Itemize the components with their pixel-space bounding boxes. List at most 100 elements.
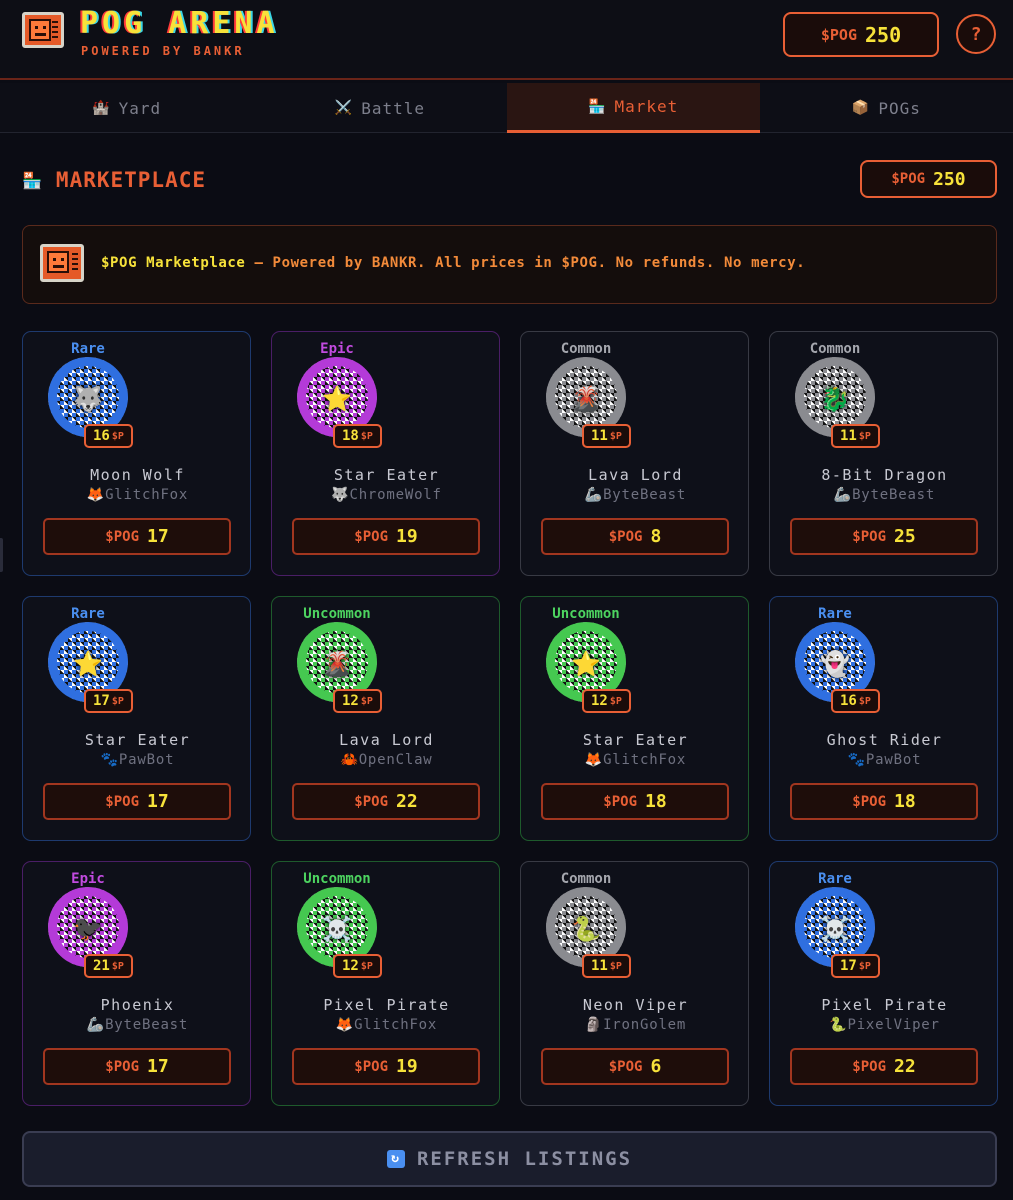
pog-value-unit: $P: [111, 960, 124, 972]
shop-icon: 🏪: [588, 98, 607, 115]
pog-character-icon: ☠️: [820, 915, 850, 943]
currency-label: $POG: [608, 528, 643, 545]
pog-value-badge: 12 $P: [333, 954, 382, 978]
pog-value-unit: $P: [360, 960, 373, 972]
rarity-label: Uncommon: [303, 606, 371, 622]
currency-label: $POG: [603, 793, 638, 810]
pog-character-icon: 🐍: [571, 915, 601, 943]
listing-card[interactable]: Common 🐉 11 $P 8-Bit Dragon 🦾ByteBeast $POG 25: [769, 331, 998, 576]
pog-value: 17: [840, 958, 857, 974]
listing-card[interactable]: Rare 🐺 16 $P Moon Wolf 🦊GlitchFox $POG 17: [22, 331, 251, 576]
buy-button[interactable]: $POG 25: [790, 518, 978, 555]
listing-card[interactable]: Epic ⭐ 18 $P Star Eater 🐺ChromeWolf $POG 19: [271, 331, 500, 576]
app-subtitle: POWERED BY BANKR: [81, 44, 245, 58]
listing-price: 18: [645, 791, 667, 812]
section-balance-badge: $POG 250: [860, 160, 997, 198]
pog-value-badge: 17 $P: [84, 689, 133, 713]
rarity-label: Rare: [818, 871, 852, 887]
rarity-label: Common: [560, 871, 612, 887]
pog-value-unit: $P: [360, 430, 373, 442]
pog-value-badge: 11 $P: [582, 424, 631, 448]
main-tabs: 🏰 Yard ⚔️ Battle 🏪 Market 📦 POGs: [0, 83, 1013, 133]
refresh-label: REFRESH LISTINGS: [416, 1148, 633, 1170]
pog-value-badge: 17 $P: [831, 954, 880, 978]
seller-name: 🦾ByteBeast: [584, 487, 687, 503]
currency-label: $POG: [852, 793, 887, 810]
retro-computer-icon: [40, 244, 84, 282]
pog-value: 11: [840, 428, 857, 444]
listing-price: 8: [650, 526, 662, 547]
listing-card[interactable]: Common 🐍 11 $P Neon Viper 🗿IronGolem $POG 6: [520, 861, 749, 1106]
tab-yard[interactable]: 🏰 Yard: [0, 83, 253, 133]
marketplace-banner: $POG Marketplace — Powered by BANKR. All…: [22, 225, 997, 304]
pog-character-icon: ☠️: [322, 915, 352, 943]
currency-label: $POG: [820, 25, 857, 44]
listing-card[interactable]: Common 🌋 11 $P Lava Lord 🦾ByteBeast $POG 8: [520, 331, 749, 576]
listing-card[interactable]: Rare ⭐ 17 $P Star Eater 🐾PawBot $POG 17: [22, 596, 251, 841]
pog-value-badge: 11 $P: [582, 954, 631, 978]
pog-name: 8-Bit Dragon: [821, 466, 948, 484]
app-header: POG ARENA POWERED BY BANKR $POG 250 ?: [0, 0, 1013, 80]
pog-value-badge: 16 $P: [84, 424, 133, 448]
listing-card[interactable]: Uncommon 🌋 12 $P Lava Lord 🦀OpenClaw $POG 22: [271, 596, 500, 841]
help-button[interactable]: ?: [956, 14, 996, 54]
listing-card[interactable]: Uncommon ☠️ 12 $P Pixel Pirate 🦊GlitchFox $POG…: [271, 861, 500, 1106]
tab-pogs[interactable]: 📦 POGs: [760, 83, 1013, 133]
buy-button[interactable]: $POG 18: [790, 783, 978, 820]
buy-button[interactable]: $POG 17: [43, 783, 231, 820]
pog-name: Lava Lord: [588, 466, 683, 484]
banner-text: $POG Marketplace — Powered by BANKR. All…: [101, 255, 805, 271]
pog-value-unit: $P: [858, 430, 871, 442]
box-icon: 📦: [851, 100, 871, 116]
buy-button[interactable]: $POG 17: [43, 518, 231, 555]
pog-value-unit: $P: [609, 960, 622, 972]
seller-name: 🐾PawBot: [100, 752, 175, 768]
listing-card[interactable]: Epic 🐦‍⬛ 21 $P Phoenix 🦾ByteBeast $POG 17: [22, 861, 251, 1106]
rarity-label: Rare: [71, 341, 105, 357]
rarity-label: Rare: [818, 606, 852, 622]
wallet-balance-button[interactable]: $POG 250: [783, 12, 939, 57]
pog-value-badge: 18 $P: [333, 424, 382, 448]
seller-name: 🐍PixelViper: [829, 1017, 940, 1033]
pog-name: Lava Lord: [339, 731, 434, 749]
buy-button[interactable]: $POG 6: [541, 1048, 729, 1085]
listing-price: 17: [147, 791, 169, 812]
buy-button[interactable]: $POG 22: [292, 783, 480, 820]
tab-market[interactable]: 🏪 Market: [506, 83, 760, 133]
section-heading: 🏪 MARKETPLACE: [22, 165, 206, 195]
pog-name: Pixel Pirate: [821, 996, 948, 1014]
buy-button[interactable]: $POG 19: [292, 1048, 480, 1085]
pog-name: Moon Wolf: [90, 466, 185, 484]
listing-card[interactable]: Rare 👻 16 $P Ghost Rider 🐾PawBot $POG 18: [769, 596, 998, 841]
rarity-label: Epic: [320, 341, 354, 357]
seller-name: 🦊GlitchFox: [584, 752, 687, 768]
listing-price: 17: [147, 1056, 169, 1077]
pog-name: Ghost Rider: [826, 731, 943, 749]
listing-card[interactable]: Rare ☠️ 17 $P Pixel Pirate 🐍PixelViper $POG 22: [769, 861, 998, 1106]
pog-name: Phoenix: [100, 996, 175, 1014]
listing-card[interactable]: Uncommon ⭐ 12 $P Star Eater 🦊GlitchFox $POG 18: [520, 596, 749, 841]
tab-battle[interactable]: ⚔️ Battle: [253, 83, 506, 133]
pog-name: Star Eater: [582, 731, 689, 749]
buy-button[interactable]: $POG 19: [292, 518, 480, 555]
currency-label: $POG: [105, 1058, 140, 1075]
buy-button[interactable]: $POG 18: [541, 783, 729, 820]
pog-value: 12: [342, 693, 359, 709]
currency-label: $POG: [852, 1058, 887, 1075]
refresh-icon: ↻: [386, 1150, 405, 1168]
seller-name: 🦊GlitchFox: [86, 487, 189, 503]
pog-value-unit: $P: [858, 695, 871, 707]
buy-button[interactable]: $POG 8: [541, 518, 729, 555]
buy-button[interactable]: $POG 22: [790, 1048, 978, 1085]
pog-value: 16: [840, 693, 857, 709]
pog-character-icon: 🐦‍⬛: [73, 915, 103, 943]
pog-value: 21: [93, 958, 110, 974]
banner-brand: $POG Marketplace: [101, 255, 246, 271]
buy-button[interactable]: $POG 17: [43, 1048, 231, 1085]
refresh-listings-button[interactable]: ↻ REFRESH LISTINGS: [22, 1131, 997, 1187]
rarity-label: Common: [560, 341, 612, 357]
listing-price: 18: [894, 791, 916, 812]
scroll-edge-handle[interactable]: [0, 538, 3, 572]
shop-icon: 🏪: [22, 170, 42, 190]
seller-name: 🗿IronGolem: [584, 1017, 687, 1033]
